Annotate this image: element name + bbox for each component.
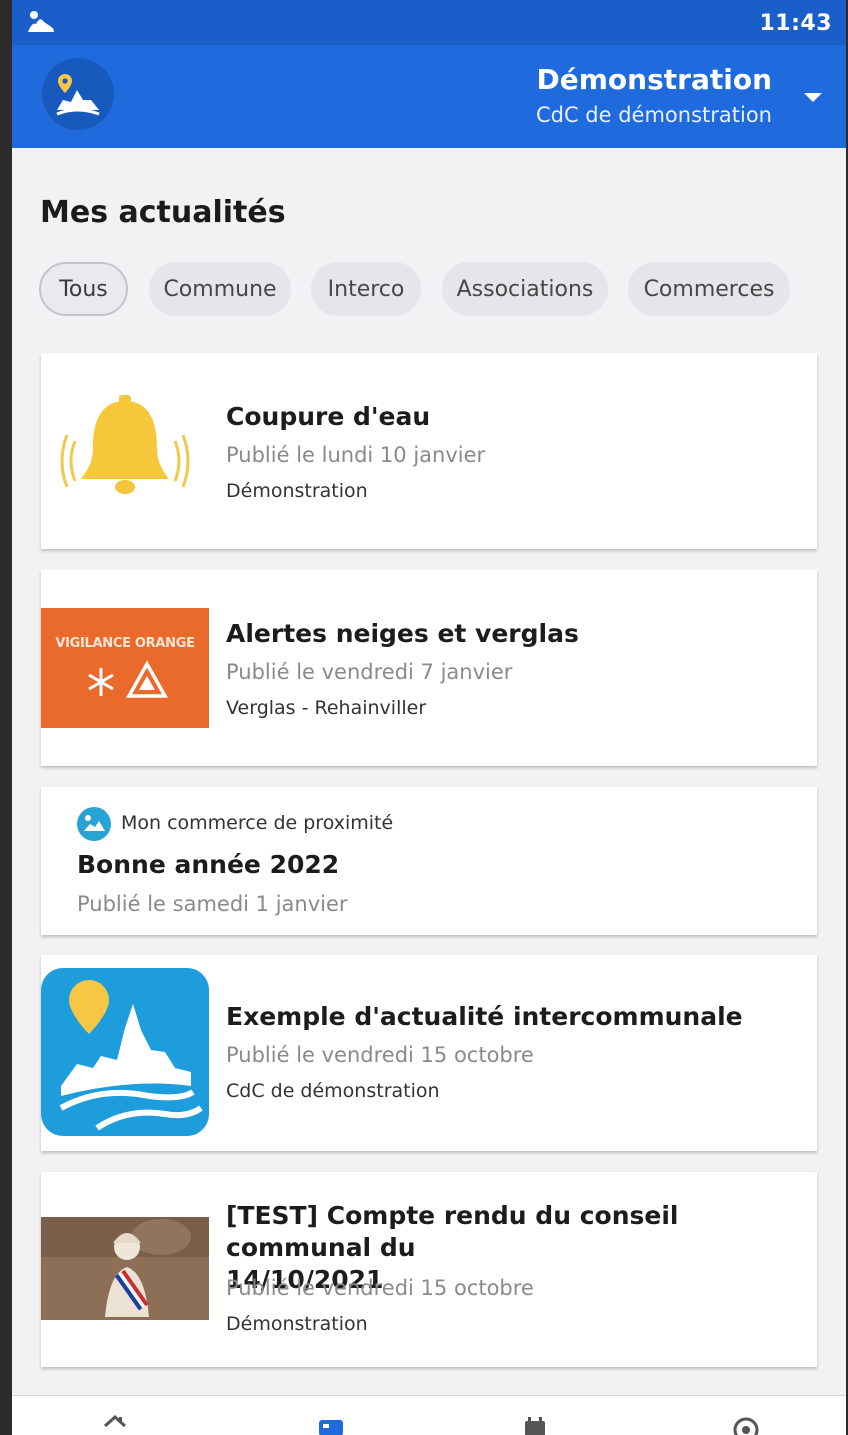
- shop-icon: [77, 807, 111, 845]
- news-source: Démonstration: [226, 480, 368, 502]
- news-title: Alertes neiges et verglas: [226, 619, 579, 648]
- filter-chip-label: Interco: [327, 276, 405, 302]
- news-card-alertes-neige[interactable]: VIGILANCE ORANGE Alertes neiges et vergl…: [41, 570, 817, 766]
- filter-chip-label: Tous: [59, 276, 108, 302]
- news-card-compte-rendu[interactable]: [TEST] Compte rendu du conseil communal …: [41, 1172, 817, 1367]
- news-date: Publié le vendredi 7 janvier: [226, 660, 513, 684]
- news-source: CdC de démonstration: [226, 1080, 440, 1102]
- interco-logo-icon: [41, 968, 209, 1136]
- app-screen: 11:43 Démonstration CdC de démonstration…: [12, 0, 846, 1435]
- status-time: 11:43: [759, 11, 832, 36]
- news-date: Publié le samedi 1 janvier: [77, 892, 348, 916]
- news-category-tag: Mon commerce de proximité: [121, 812, 394, 834]
- filter-chip-label: Associations: [456, 276, 594, 302]
- filter-chip-commune[interactable]: Commune: [149, 262, 291, 316]
- news-date: Publié le vendredi 15 octobre: [226, 1043, 534, 1067]
- news-title: Coupure d'eau: [226, 402, 431, 431]
- status-bar: 11:43: [12, 0, 846, 45]
- filter-chip-associations[interactable]: Associations: [442, 262, 608, 316]
- app-notification-icon: [26, 10, 56, 40]
- news-source: Démonstration: [226, 1313, 368, 1335]
- filter-chip-interco[interactable]: Interco: [311, 262, 421, 316]
- app-logo[interactable]: [42, 58, 114, 130]
- page-title: Mes actualités: [40, 195, 286, 230]
- news-card-bonne-annee[interactable]: Mon commerce de proximité Bonne année 20…: [41, 787, 817, 935]
- news-icon[interactable]: [317, 1414, 345, 1435]
- news-date: Publié le lundi 10 janvier: [226, 443, 486, 467]
- news-card-interco[interactable]: Exemple d'actualité intercommunale Publi…: [41, 955, 817, 1151]
- news-title: Bonne année 2022: [77, 850, 340, 879]
- news-title-line: [TEST] Compte rendu du conseil communal …: [226, 1201, 679, 1262]
- filter-chip-label: Commune: [163, 276, 277, 302]
- alert-icon[interactable]: [732, 1414, 760, 1435]
- app-header: Démonstration CdC de démonstration: [12, 45, 846, 148]
- chevron-down-icon[interactable]: [802, 90, 824, 109]
- news-source: Verglas - Rehainviller: [226, 697, 427, 719]
- marianne-bust-image: [41, 1217, 209, 1320]
- commune-title[interactable]: Démonstration: [537, 63, 772, 96]
- snow-warning-icon: VIGILANCE ORANGE: [41, 608, 209, 728]
- news-date: Publié le vendredi 15 octobre: [226, 1276, 534, 1300]
- commune-subtitle[interactable]: CdC de démonstration: [536, 103, 772, 127]
- filter-chip-commerces[interactable]: Commerces: [628, 262, 790, 316]
- calendar-icon[interactable]: [522, 1414, 548, 1435]
- news-title: Exemple d'actualité intercommunale: [226, 1002, 743, 1031]
- bell-icon: [41, 381, 209, 521]
- bottom-navigation: [12, 1396, 846, 1435]
- home-icon[interactable]: [102, 1414, 128, 1435]
- filter-chip-label: Commerces: [643, 276, 775, 302]
- news-card-coupure-eau[interactable]: Coupure d'eau Publié le lundi 10 janvier…: [41, 353, 817, 549]
- filter-chip-tous[interactable]: Tous: [39, 262, 128, 316]
